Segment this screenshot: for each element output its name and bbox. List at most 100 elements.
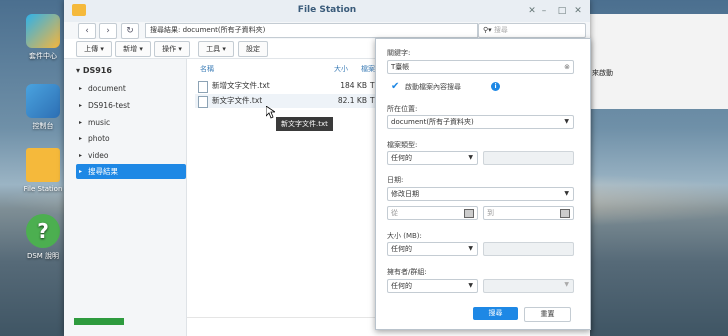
filetype-extension-field bbox=[483, 151, 574, 165]
control-panel-icon bbox=[26, 84, 60, 118]
forward-button[interactable]: › bbox=[99, 23, 117, 39]
search-box[interactable]: ⚲▾ 搜尋 bbox=[478, 23, 586, 38]
content-search-label: 啟動檔案內容搜尋 bbox=[405, 83, 461, 91]
chevron-right-icon: ▸ bbox=[79, 168, 83, 175]
tree-item-document[interactable]: ▸ document bbox=[76, 81, 186, 96]
date-to-placeholder: 到 bbox=[487, 209, 494, 217]
caret-down-icon: ▼ bbox=[564, 190, 569, 197]
text-file-icon bbox=[198, 96, 208, 108]
package-center-icon bbox=[26, 14, 60, 48]
date-from-field[interactable]: 從 bbox=[387, 206, 478, 220]
search-button[interactable]: 搜尋 bbox=[473, 307, 518, 320]
tree-item-label: photo bbox=[88, 134, 110, 143]
tree-item-label: DS916-test bbox=[88, 101, 130, 110]
tree-item-ds916-test[interactable]: ▸ DS916-test bbox=[76, 98, 186, 113]
mouse-cursor-icon bbox=[266, 106, 275, 119]
tree-item-label: 搜尋結果 bbox=[88, 167, 118, 176]
status-indicator bbox=[74, 318, 124, 325]
chevron-right-icon: ▸ bbox=[79, 102, 83, 109]
close-icon[interactable]: ✕ bbox=[572, 5, 584, 17]
file-size: 82.1 KB bbox=[337, 96, 367, 105]
owner-select[interactable]: 任何的 ▼ bbox=[387, 279, 478, 293]
column-header-name[interactable]: 名稱 bbox=[200, 64, 214, 74]
calendar-icon[interactable] bbox=[464, 209, 474, 218]
tree-item-photo[interactable]: ▸ photo bbox=[76, 131, 186, 146]
chevron-right-icon: ▸ bbox=[79, 85, 83, 92]
tree-root-label: DS916 bbox=[82, 66, 112, 75]
upload-button[interactable]: 上傳 ▾ bbox=[76, 41, 112, 57]
info-icon[interactable]: i bbox=[491, 82, 500, 91]
filetype-label: 檔案類型: bbox=[387, 141, 418, 149]
action-label: 操作 bbox=[162, 45, 177, 53]
pin-icon[interactable]: ✕ bbox=[526, 5, 538, 17]
calendar-icon[interactable] bbox=[560, 209, 570, 218]
keyword-value: T臺帳 bbox=[391, 63, 410, 71]
text-file-icon bbox=[198, 81, 208, 93]
clear-icon[interactable]: ⊗ bbox=[564, 61, 570, 73]
tree-item-label: music bbox=[88, 118, 111, 127]
reset-button[interactable]: 重置 bbox=[524, 307, 571, 322]
location-value: document(所有子資料夾) bbox=[391, 118, 474, 126]
action-button[interactable]: 操作 ▾ bbox=[154, 41, 190, 57]
size-value-field bbox=[483, 242, 574, 256]
date-type-select[interactable]: 修改日期 ▼ bbox=[387, 187, 574, 201]
filetype-select[interactable]: 任何的 ▼ bbox=[387, 151, 478, 165]
caret-down-icon: ▼ bbox=[468, 154, 473, 161]
file-name: 新增文字文件.txt bbox=[212, 81, 270, 90]
create-label: 新增 bbox=[123, 45, 138, 53]
upload-label: 上傳 bbox=[84, 45, 99, 53]
tree-item-music[interactable]: ▸ music bbox=[76, 115, 186, 130]
tree-item-video[interactable]: ▸ video bbox=[76, 148, 186, 163]
caret-down-icon: ▼ bbox=[468, 245, 473, 252]
refresh-button[interactable]: ↻ bbox=[121, 23, 139, 39]
file-name: 新文字文件.txt bbox=[212, 96, 263, 105]
back-button[interactable]: ‹ bbox=[78, 23, 96, 39]
size-value: 任何的 bbox=[391, 245, 412, 253]
date-to-field[interactable]: 到 bbox=[483, 206, 574, 220]
background-window-text: 來啟動 bbox=[592, 69, 613, 77]
desktop-icon-label: DSM 說明 bbox=[26, 252, 60, 260]
owner-value: 任何的 bbox=[391, 282, 412, 290]
search-icon: ⚲▾ bbox=[483, 26, 492, 34]
file-tooltip: 新文字文件.txt bbox=[276, 117, 333, 131]
tree-root[interactable]: ▾ DS916 bbox=[76, 66, 112, 75]
tree-item-search-results[interactable]: ▸ 搜尋結果 bbox=[76, 164, 186, 179]
owner-name-field: ▼ bbox=[483, 279, 574, 293]
navigation-bar: ‹ › ↻ 搜尋結果: document(所有子資料夾) ⚲▾ 搜尋 bbox=[64, 22, 590, 39]
desktop-icon-label: 套件中心 bbox=[29, 52, 57, 60]
checkmark-icon[interactable]: ✔ bbox=[391, 82, 400, 92]
desktop-icon-label: File Station bbox=[23, 185, 63, 193]
column-header-size[interactable]: 大小 bbox=[334, 64, 348, 74]
keyword-label: 關鍵字: bbox=[387, 49, 411, 57]
filetype-value: 任何的 bbox=[391, 154, 412, 162]
caret-down-icon: ▼ bbox=[468, 282, 473, 289]
location-select[interactable]: document(所有子資料夾) ▼ bbox=[387, 115, 574, 129]
size-select[interactable]: 任何的 ▼ bbox=[387, 242, 478, 256]
window-title: File Station bbox=[297, 5, 357, 15]
settings-button[interactable]: 設定 bbox=[238, 41, 268, 57]
advanced-search-panel: 關鍵字: T臺帳 ⊗ ✔ 啟動檔案內容搜尋 i 所在位置: document(所… bbox=[375, 38, 591, 330]
tree-item-label: video bbox=[88, 151, 109, 160]
size-label: 大小 (MB): bbox=[387, 232, 422, 240]
chevron-right-icon: ▸ bbox=[79, 152, 83, 159]
help-icon: ? bbox=[26, 214, 60, 248]
desktop-icon-label: 控制台 bbox=[32, 122, 54, 130]
path-bar[interactable]: 搜尋結果: document(所有子資料夾) bbox=[145, 23, 478, 38]
folder-tree: ▾ DS916 ▸ document ▸ DS916-test ▸ music ▸ ph… bbox=[64, 59, 187, 336]
folder-icon bbox=[26, 148, 60, 182]
date-label: 日期: bbox=[387, 176, 404, 184]
date-type-value: 修改日期 bbox=[391, 190, 419, 198]
keyword-input[interactable]: T臺帳 ⊗ bbox=[387, 60, 574, 74]
date-from-placeholder: 從 bbox=[391, 209, 398, 217]
column-header-type[interactable]: 檔案 bbox=[361, 64, 375, 74]
tools-label: 工具 bbox=[206, 45, 221, 53]
minimize-icon[interactable]: – bbox=[538, 5, 550, 17]
chevron-right-icon: ▸ bbox=[79, 119, 83, 126]
chevron-right-icon: ▸ bbox=[79, 135, 83, 142]
window-titlebar[interactable]: File Station ✕ – □ ✕ bbox=[64, 0, 590, 23]
file-size: 184 KB bbox=[340, 81, 367, 90]
tools-button[interactable]: 工具 ▾ bbox=[198, 41, 234, 57]
create-button[interactable]: 新增 ▾ bbox=[115, 41, 151, 57]
caret-down-icon: ▼ bbox=[564, 118, 569, 125]
maximize-icon[interactable]: □ bbox=[556, 5, 568, 17]
